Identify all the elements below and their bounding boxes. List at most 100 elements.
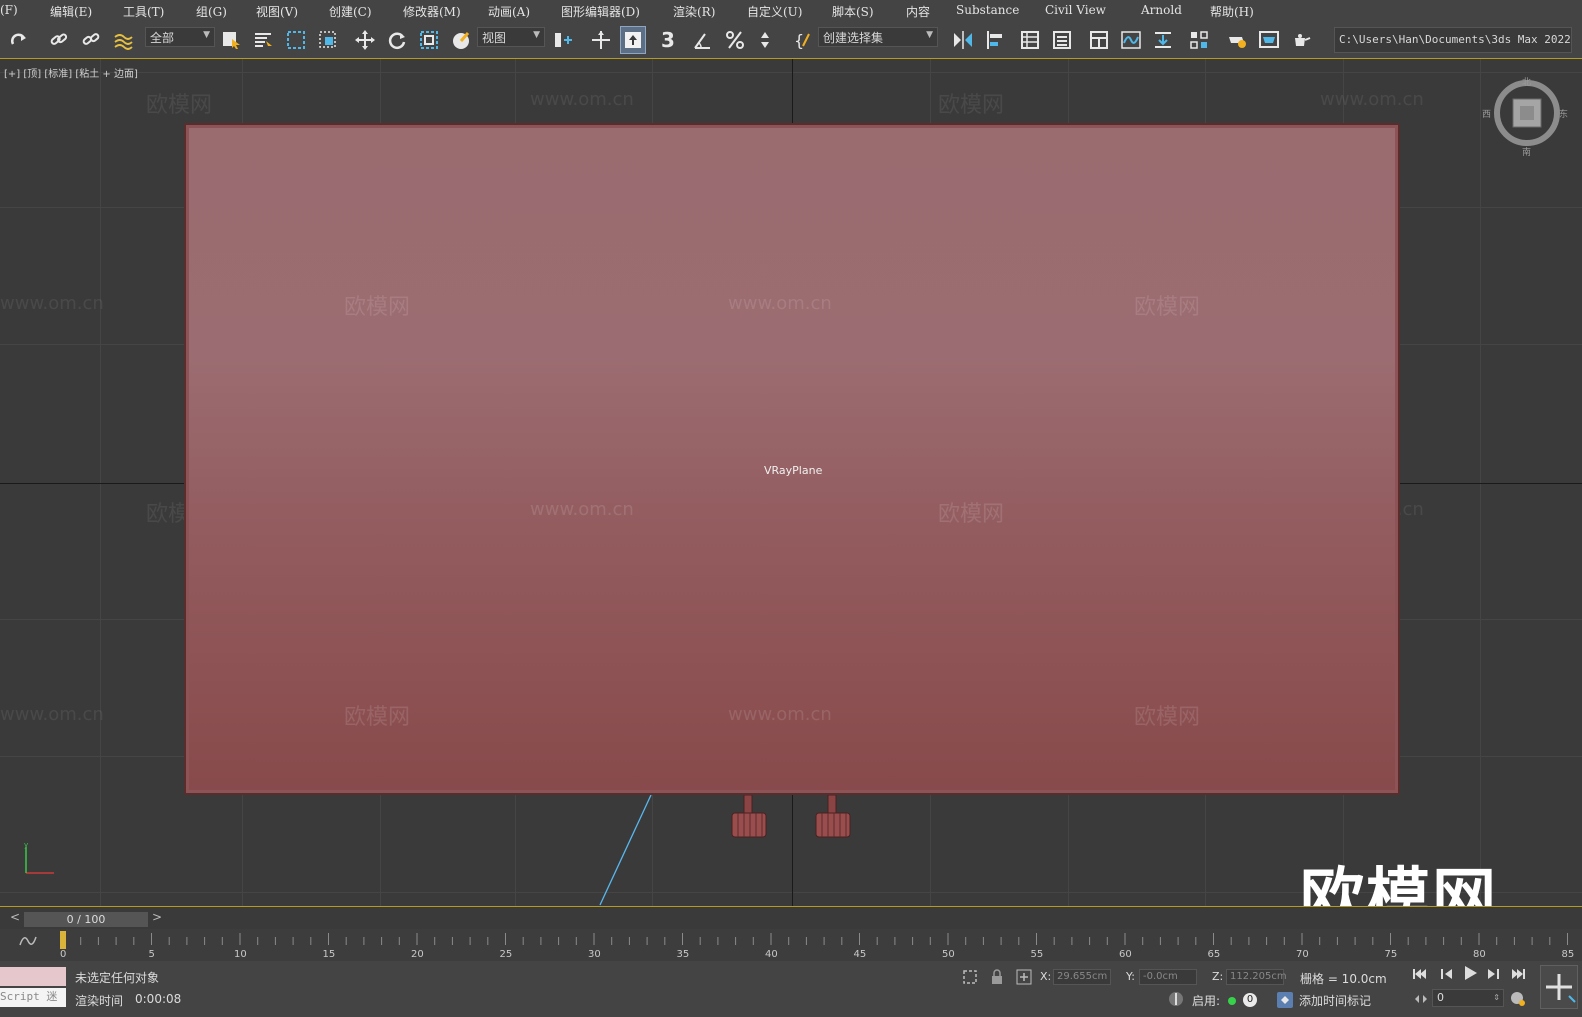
- menu-substance[interactable]: Substance: [956, 3, 1019, 17]
- menu-modifiers[interactable]: 修改器(M): [403, 3, 461, 20]
- menu-tools[interactable]: 工具(T): [123, 3, 164, 20]
- track-bar[interactable]: 0 5 10 15 20 25 30 35 40 45 50 55 60 65 70 75 80 85: [0, 929, 1582, 961]
- menu-arnold[interactable]: Arnold: [1141, 3, 1182, 17]
- z-coordinate-field[interactable]: 112.205cm: [1226, 969, 1287, 985]
- schematic-icon: [1155, 32, 1171, 48]
- selection-filter-dropdown[interactable]: 全部 ▼: [145, 27, 215, 47]
- scene-explorer-button[interactable]: [1017, 26, 1043, 54]
- axis-tripod-icon: y: [24, 841, 54, 874]
- viewport-navigation-button[interactable]: [1540, 965, 1578, 1009]
- reference-coordinate-value: 视图: [482, 31, 507, 45]
- select-by-name-button[interactable]: [250, 26, 276, 54]
- menu-rendering[interactable]: 渲染(R): [673, 3, 715, 20]
- menu-civil-view[interactable]: Civil View: [1045, 3, 1106, 17]
- unlink-button[interactable]: [78, 26, 104, 54]
- prev-frame-arrow[interactable]: <: [10, 910, 20, 924]
- previous-frame-button[interactable]: [1438, 966, 1454, 985]
- bind-space-warp-button[interactable]: [110, 26, 136, 54]
- lock-icon[interactable]: [990, 969, 1004, 985]
- select-object-button[interactable]: [218, 26, 244, 54]
- rendered-frame-window-button[interactable]: [1256, 26, 1282, 54]
- track-bar-tick-label: 50: [942, 949, 955, 960]
- curve-editor-button[interactable]: [1118, 26, 1144, 54]
- scale-button[interactable]: [416, 26, 442, 54]
- named-selection-dropdown[interactable]: 创建选择集 ▼: [818, 27, 938, 47]
- x-label: X:: [1040, 970, 1052, 983]
- angle-snap-button[interactable]: [689, 26, 715, 54]
- track-bar-tick-label: 15: [322, 949, 336, 960]
- knob-object-right[interactable]: [814, 795, 854, 841]
- play-button[interactable]: [1462, 965, 1478, 985]
- move-button[interactable]: [352, 26, 378, 54]
- menu-create[interactable]: 创建(C): [329, 3, 372, 20]
- adaptive-degradation-icon[interactable]: [1168, 991, 1184, 1007]
- go-to-start-icon: [1413, 969, 1426, 979]
- menu-customize[interactable]: 自定义(U): [747, 3, 802, 20]
- time-slider[interactable]: < 0 / 100 >: [0, 906, 1582, 929]
- current-frame-field[interactable]: 0 ⇕: [1432, 989, 1504, 1007]
- link-button[interactable]: [46, 26, 72, 54]
- y-coordinate-field[interactable]: -0.0cm: [1139, 969, 1197, 985]
- toggle-ribbon-button[interactable]: [1086, 26, 1112, 54]
- pivot-center-button[interactable]: [550, 26, 576, 54]
- menu-file[interactable]: (F): [0, 3, 18, 17]
- menu-help[interactable]: 帮助(H): [1210, 3, 1254, 20]
- maxscript-mini-input[interactable]: Script 迷: [0, 988, 66, 1007]
- window-crossing-button[interactable]: [315, 26, 341, 54]
- viewport-label-menu[interactable]: [+] [顶] [标准] [粘土 + 边面]: [4, 65, 138, 80]
- render-setup-button[interactable]: [1224, 26, 1250, 54]
- next-frame-arrow[interactable]: >: [152, 910, 162, 924]
- time-slider-thumb[interactable]: 0 / 100: [24, 912, 148, 927]
- menu-content[interactable]: 内容: [906, 3, 930, 20]
- watermark: 欧模网: [938, 502, 1005, 527]
- selection-filter-value: 全部: [150, 31, 175, 45]
- reference-coordinate-dropdown[interactable]: 视图 ▼: [477, 27, 545, 47]
- go-to-start-button[interactable]: [1412, 966, 1428, 985]
- go-to-end-button[interactable]: [1510, 966, 1526, 985]
- rotate-button[interactable]: [384, 26, 410, 54]
- maxscript-listener[interactable]: [0, 967, 66, 986]
- keyboard-shortcut-override-button[interactable]: [620, 26, 646, 54]
- mirror-button[interactable]: [950, 26, 976, 54]
- top-viewport[interactable]: 欧模网 www.om.cn 欧模网 www.om.cn www.om.cn ww…: [0, 59, 1582, 906]
- time-tag-icon[interactable]: [1276, 991, 1294, 1009]
- scale-icon: [420, 31, 438, 49]
- select-manipulate-button[interactable]: [588, 26, 614, 54]
- next-frame-button[interactable]: [1486, 966, 1502, 985]
- menu-animation[interactable]: 动画(A): [488, 3, 530, 20]
- spinner-snap-button[interactable]: [754, 26, 780, 54]
- redo-button[interactable]: [6, 26, 32, 54]
- menu-group[interactable]: 组(G): [196, 3, 227, 20]
- rect-selection-icon: [287, 31, 305, 49]
- render-production-button[interactable]: [1288, 26, 1314, 54]
- viewcube[interactable]: 北 南 东 西: [1482, 73, 1570, 159]
- snaps-toggle-button[interactable]: 3: [655, 26, 681, 54]
- absolute-mode-icon[interactable]: [1016, 969, 1032, 985]
- menu-graph-editors[interactable]: 图形编辑器(D): [561, 3, 640, 20]
- percent-snap-button[interactable]: [722, 26, 748, 54]
- align-button[interactable]: [982, 26, 1008, 54]
- watermark: www.om.cn: [1320, 89, 1424, 110]
- watermark-logo: 欧模网: [1300, 862, 1498, 906]
- menu-scripting[interactable]: 脚本(S): [832, 3, 874, 20]
- next-frame-icon: [1488, 969, 1499, 979]
- x-coordinate-field[interactable]: 29.655cm: [1053, 969, 1111, 985]
- edit-named-selection-button[interactable]: {: [790, 26, 816, 54]
- material-editor-button[interactable]: [1186, 26, 1212, 54]
- placement-button[interactable]: [448, 26, 474, 54]
- menu-edit[interactable]: 编辑(E): [50, 3, 92, 20]
- track-bar-tick-label: 20: [411, 949, 424, 960]
- project-path-field[interactable]: C:\Users\Han\Documents\3ds Max 2022: [1334, 27, 1572, 53]
- schematic-view-button[interactable]: [1150, 26, 1176, 54]
- current-frame-marker[interactable]: [60, 931, 66, 949]
- knob-object-left[interactable]: [730, 795, 770, 841]
- key-mode-icon[interactable]: [1414, 993, 1428, 1005]
- menu-views[interactable]: 视图(V): [256, 3, 298, 20]
- select-object-icon: [223, 32, 240, 49]
- isolate-selection-icon[interactable]: [962, 969, 978, 985]
- rect-selection-button[interactable]: [283, 26, 309, 54]
- vray-plane-object[interactable]: [184, 123, 1400, 795]
- layer-explorer-button[interactable]: [1049, 26, 1075, 54]
- add-time-tag[interactable]: 添加时间标记: [1299, 992, 1371, 1009]
- time-configuration-icon[interactable]: [1510, 991, 1526, 1007]
